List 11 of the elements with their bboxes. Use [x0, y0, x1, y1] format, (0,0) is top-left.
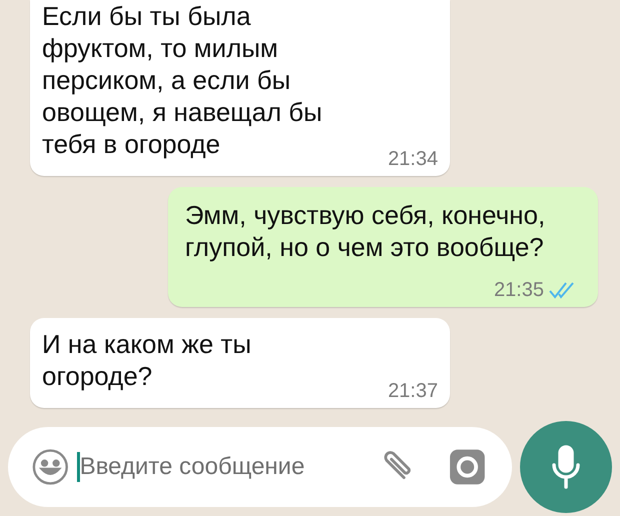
- message-input[interactable]: Введите сообщение: [76, 452, 367, 482]
- message-composer[interactable]: Введите сообщение: [8, 427, 512, 507]
- message-text: И на каком же ты огороде?: [42, 328, 252, 392]
- message-time: 21:35: [494, 278, 544, 303]
- camera-icon[interactable]: [449, 448, 486, 486]
- message-time: 21:34: [388, 147, 438, 172]
- microphone-icon: [551, 445, 581, 489]
- message-text: Эмм, чувствую себя, конечно, глупой, но о чем это вообще?: [185, 199, 546, 263]
- message-time: 21:37: [388, 379, 438, 404]
- smiley-icon[interactable]: [32, 448, 69, 486]
- message-text: Если бы ты была фруктом, то милым персиком, а если бы овощем, я навещал бы тебя в огороде: [42, 0, 322, 160]
